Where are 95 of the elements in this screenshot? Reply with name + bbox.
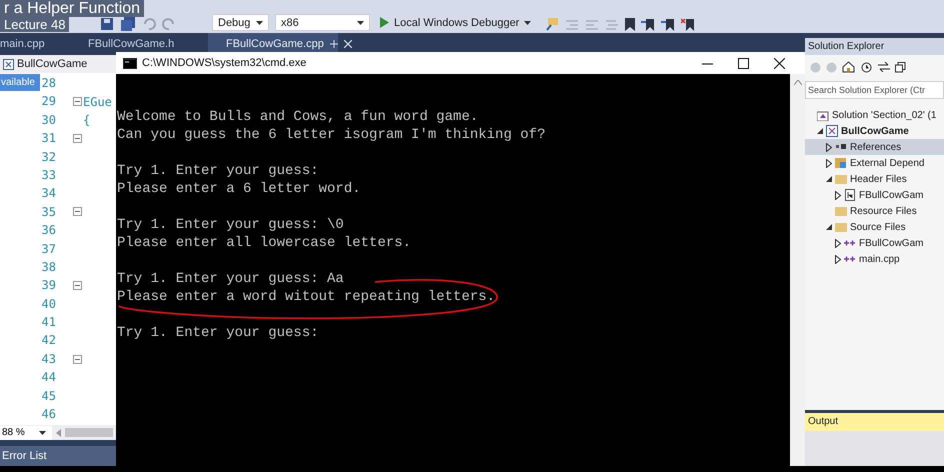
line-number: 37 (42, 240, 56, 258)
window-title: C:\WINDOWS\system32\cmd.exe (142, 57, 306, 69)
save-icon[interactable] (100, 17, 114, 31)
header-icon[interactable] (844, 189, 856, 201)
console-text: Try 1. Enter your guess: \0 (117, 217, 344, 233)
caret-icon[interactable] (38, 430, 46, 434)
expanded-arrow-icon[interactable] (817, 128, 823, 134)
tree-item[interactable]: FBullCowGam (805, 187, 944, 203)
tree-item[interactable]: Solution 'Section_02' (1 (805, 107, 944, 123)
search-field[interactable]: Search Solution Explorer (Ctr (805, 81, 944, 99)
solution-icon[interactable] (817, 109, 829, 121)
console-text: Try 1. Enter your guess: (117, 325, 319, 341)
copy-icon[interactable] (895, 62, 906, 72)
line-number: 42 (42, 332, 56, 350)
collapsed-arrow-icon[interactable] (835, 190, 841, 200)
video-title: r a Helper Function (0, 0, 144, 17)
line-number: 39 (42, 277, 56, 294)
line-number: 45 (42, 388, 56, 405)
find-icon[interactable] (545, 17, 560, 31)
tree-item[interactable]: main.cpp (805, 251, 944, 267)
console-text: Please enter all lowercase letters. (117, 235, 412, 251)
next-bookmark-icon[interactable] (661, 18, 676, 31)
line-number: 31 (42, 130, 56, 148)
project-icon[interactable] (3, 58, 14, 70)
start-debugging-button[interactable]: Local Windows Debugger (376, 14, 536, 31)
line-number: 38 (42, 258, 56, 276)
save-all-icon[interactable] (120, 17, 136, 31)
tree-item[interactable]: External Depend (805, 155, 944, 171)
caret-icon[interactable] (357, 20, 364, 24)
line-number: 35 (42, 204, 56, 221)
code-text: { (83, 112, 90, 127)
line-number: 43 (42, 350, 56, 368)
availability-banner: vailable (0, 74, 40, 91)
collapsed-arrow-icon[interactable] (835, 254, 841, 264)
error-list-tab[interactable]: Error List (0, 450, 47, 462)
history-icon[interactable] (860, 61, 873, 73)
panel-title: Output (805, 410, 944, 431)
collapsed-arrow-icon[interactable] (826, 142, 832, 152)
sync-icon[interactable] (878, 62, 890, 72)
tree-item[interactable]: Header Files (805, 171, 944, 187)
line-number: 46 (42, 406, 56, 424)
panel-title: Solution Explorer (805, 38, 944, 55)
zoom-dropdown[interactable]: 88 % (0, 426, 52, 440)
console-text: Try 1. Enter your guess: Aa (117, 271, 344, 287)
console-text: Welcome to Bulls and Cows, a fun word game. (117, 109, 478, 125)
console-text: Can you guess the 6 letter isogram I'm thinking of? (117, 127, 546, 143)
scope-dropdown[interactable]: BullCowGame (0, 55, 88, 73)
caret-icon[interactable] (524, 20, 532, 24)
expanded-arrow-icon[interactable] (826, 176, 832, 182)
pin-icon[interactable] (330, 40, 338, 48)
expanded-arrow-icon[interactable] (826, 224, 832, 230)
collapsed-arrow-icon[interactable] (826, 158, 832, 168)
clear-bookmarks-icon[interactable] (681, 18, 696, 31)
close-icon[interactable] (774, 58, 785, 68)
tree-item[interactable]: Resource Files (805, 203, 944, 219)
collapse-icon[interactable] (73, 97, 82, 106)
bookmark-icon[interactable] (625, 18, 636, 31)
console-text: Please enter a word witout repeating letters. (117, 289, 496, 305)
line-number: 36 (42, 222, 56, 240)
play-icon[interactable] (380, 17, 389, 28)
console-text: Please enter a 6 letter word. (117, 181, 361, 197)
tree-item[interactable]: Source Files (805, 219, 944, 235)
console-icon[interactable] (123, 58, 137, 68)
tree-item[interactable]: BullCowGame (805, 123, 944, 139)
tree-item[interactable]: References (805, 139, 944, 155)
line-number: 41 (42, 314, 56, 332)
line-number: 32 (42, 148, 56, 166)
collapse-icon[interactable] (73, 280, 82, 290)
code-text: EGue (83, 94, 112, 109)
collapse-icon[interactable] (73, 207, 82, 216)
collapse-icon[interactable] (73, 134, 82, 143)
scrollbar[interactable] (790, 74, 805, 466)
scroll-up-icon[interactable] (794, 80, 802, 85)
line-number: 30 (42, 112, 56, 129)
line-number: 44 (42, 369, 56, 386)
platform-dropdown[interactable]: x86 (275, 14, 370, 31)
line-number: 29 (42, 93, 56, 110)
line-number: 40 (42, 296, 56, 313)
console-text: Try 1. Enter your guess: (117, 163, 319, 179)
line-number: 28 (42, 75, 56, 92)
scrollbar[interactable] (65, 428, 113, 437)
line-number: 34 (42, 185, 56, 202)
configuration-dropdown[interactable]: Debug (212, 14, 269, 31)
tree-item[interactable]: FBullCowGam (805, 235, 944, 251)
project-icon[interactable] (826, 125, 838, 137)
lecture-label: Lecture 48 (0, 17, 70, 32)
collapsed-arrow-icon[interactable] (835, 238, 841, 248)
line-number: 33 (42, 166, 56, 184)
document-tab[interactable]: main.cpp (0, 33, 88, 55)
collapse-icon[interactable] (73, 354, 82, 364)
home-icon[interactable] (842, 61, 855, 73)
document-tab[interactable]: FBullCowGame.h (88, 33, 208, 55)
caret-icon[interactable] (256, 20, 263, 24)
previous-bookmark-icon[interactable] (641, 18, 656, 31)
maximize-icon[interactable] (738, 58, 749, 68)
